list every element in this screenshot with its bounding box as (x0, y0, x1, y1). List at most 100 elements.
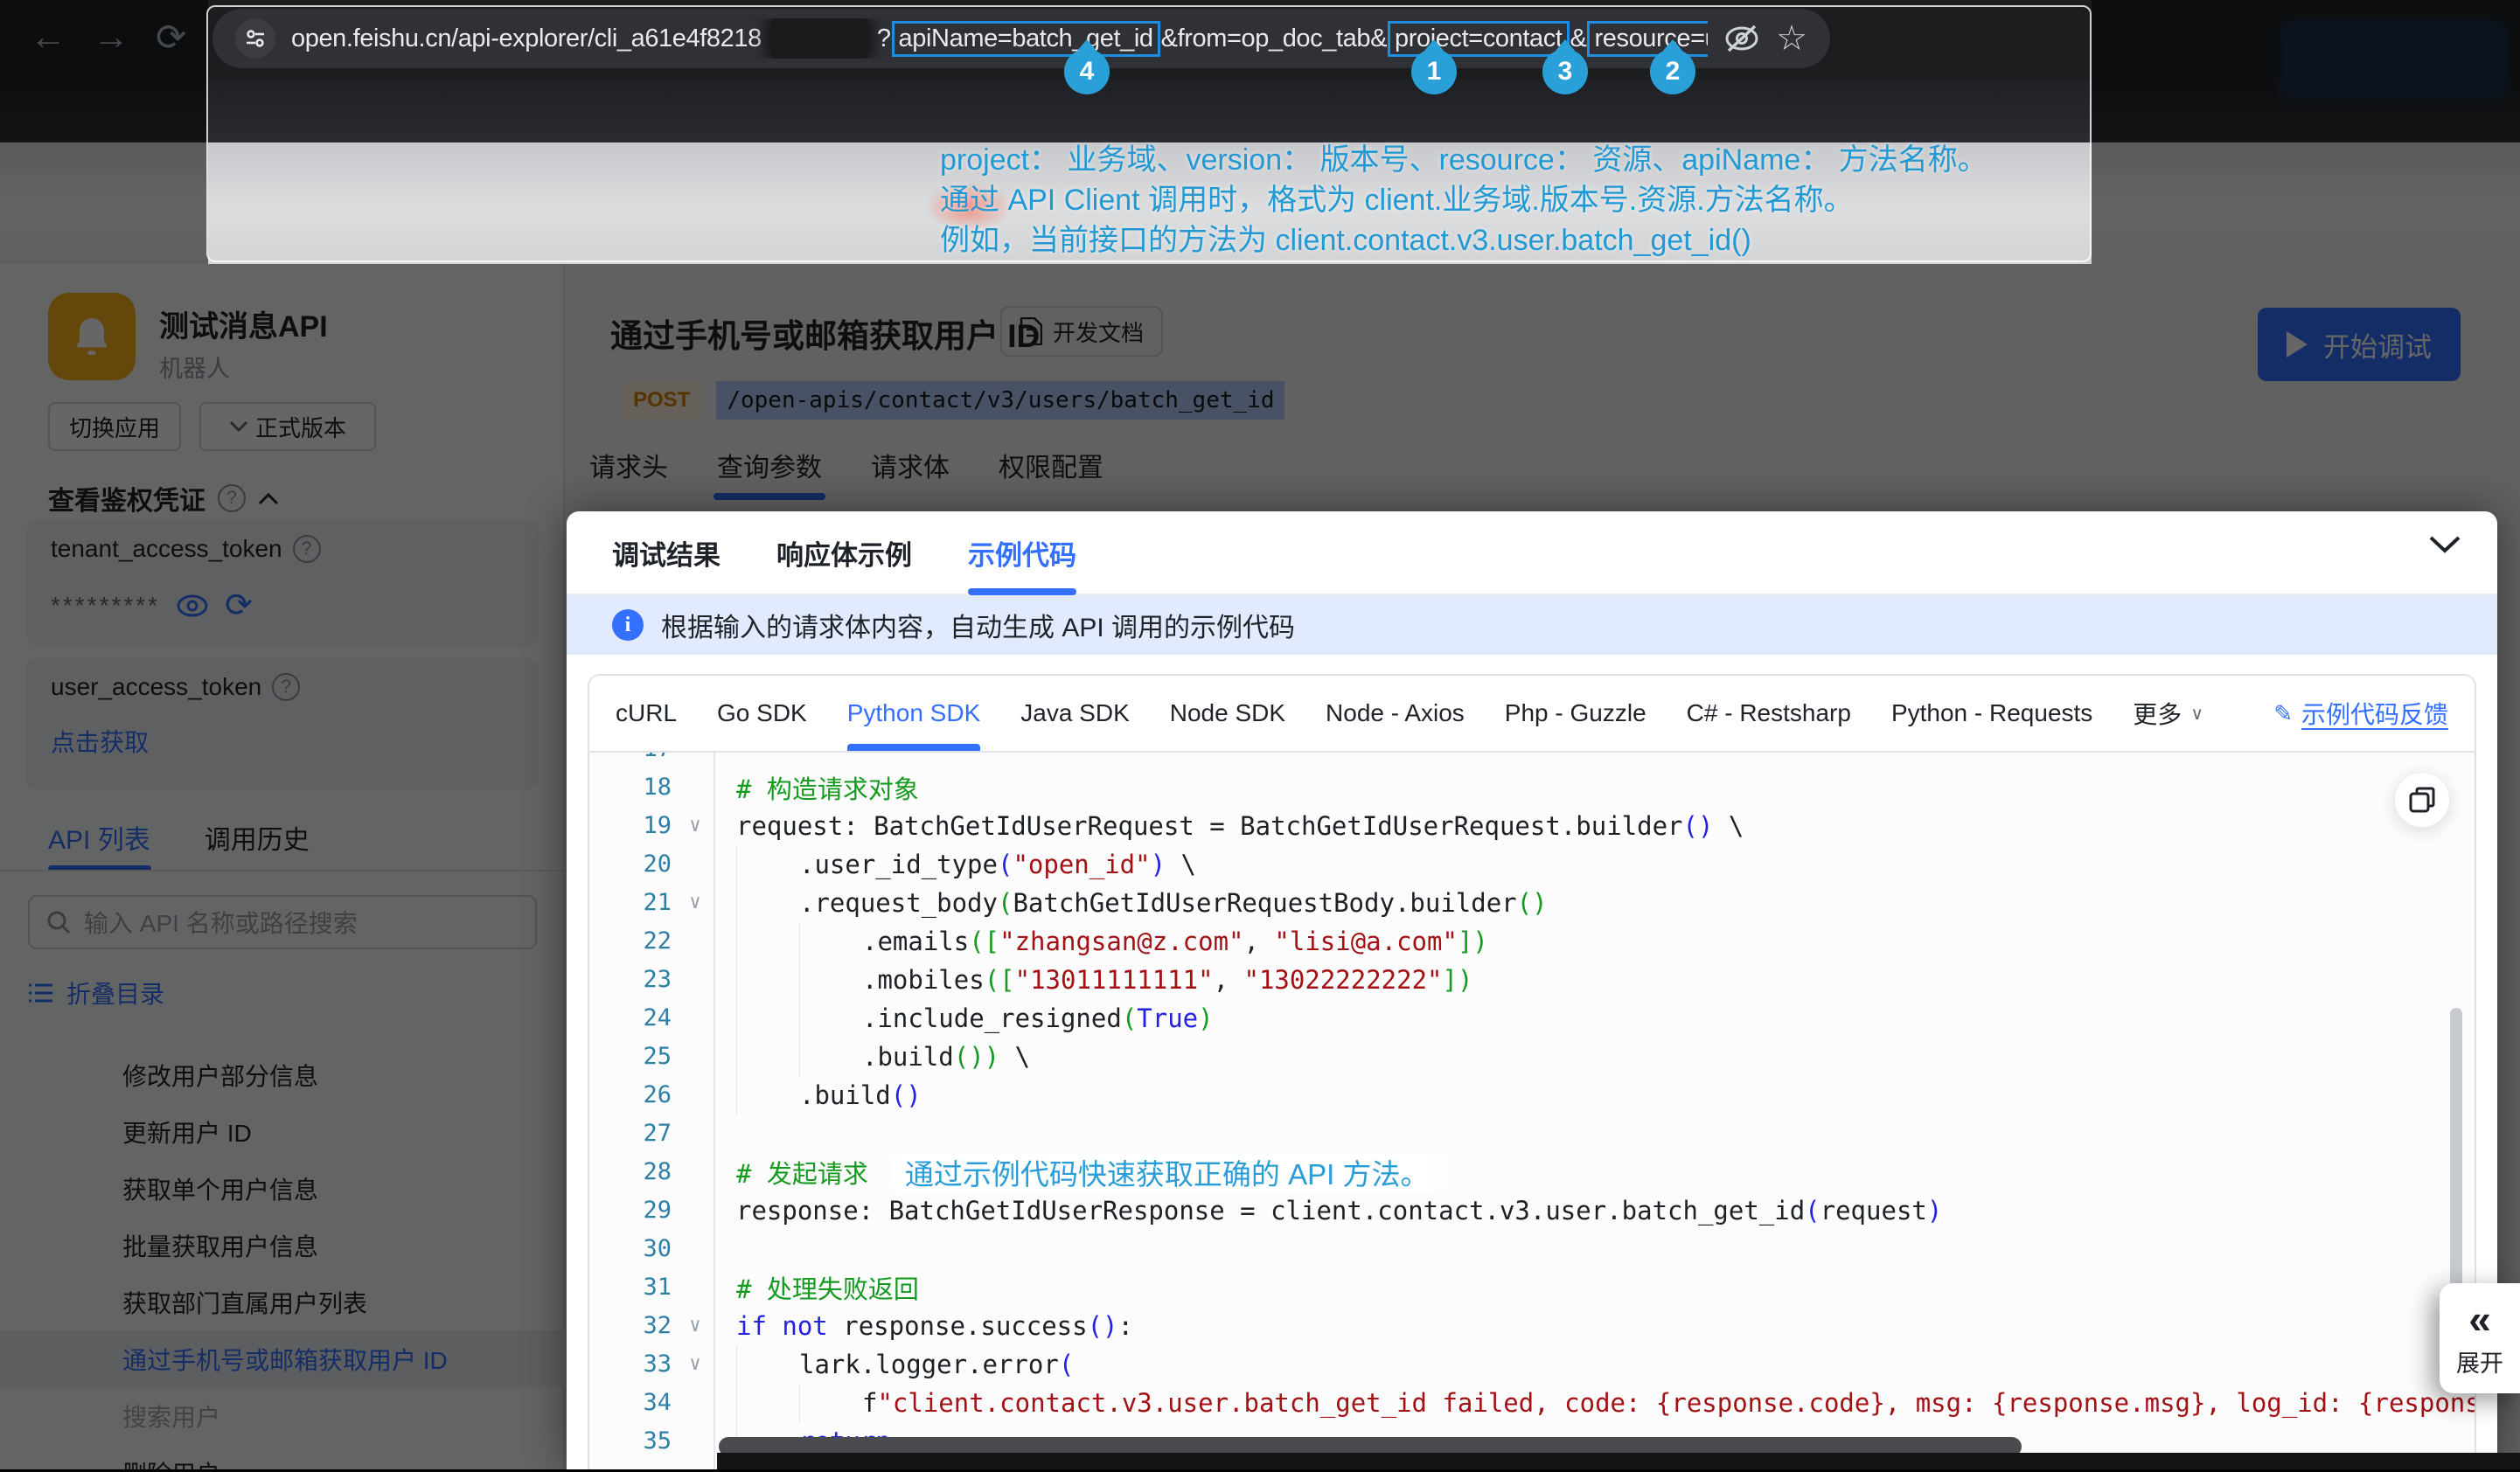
code-token: .emails (862, 927, 969, 956)
line-number: 36 (589, 1461, 677, 1469)
code-text: .include_resigned(True) (714, 999, 2475, 1038)
indent-guide (799, 999, 862, 1038)
result-tab[interactable]: 调试结果 (612, 511, 720, 594)
code-line: 21∨.request_body(BatchGetIdUserRequestBo… (589, 884, 2475, 922)
code-token: () (891, 1080, 922, 1110)
code-token: () (1088, 1311, 1118, 1341)
url-param-highlighted: project=contact (1388, 21, 1569, 57)
more-languages-dropdown[interactable]: 更多 (2133, 676, 2203, 751)
code-token: "client.contact.v3.user.batch_get_id fai… (877, 1388, 2475, 1418)
url-query-mark: ? (877, 24, 891, 53)
code-token: # 处理失败返回 (736, 1269, 919, 1306)
address-bar[interactable]: open.feishu.cn/api-explorer/cli_a61e4f82… (212, 9, 1830, 68)
fold-gutter (677, 1153, 714, 1191)
code-token: ]) (1458, 927, 1488, 956)
result-tab[interactable]: 响应体示例 (776, 511, 912, 594)
window-bottom-strip (717, 1453, 2520, 1470)
fold-gutter (677, 1191, 714, 1230)
code-text: .build() (714, 1076, 2475, 1114)
code-line: 29 response: BatchGetIdUserResponse = cli… (589, 1191, 2475, 1230)
code-area[interactable]: 1718# 构造请求对象19∨request: BatchGetIdUserRe… (589, 753, 2475, 1469)
indent-guide (736, 1038, 799, 1076)
code-token: "13022222222" (1244, 965, 1443, 995)
code-text: .mobiles(["13011111111", "13022222222"]) (714, 961, 2475, 999)
eye-off-icon[interactable] (1723, 24, 1760, 53)
fold-chevron-icon[interactable]: ∨ (677, 1345, 714, 1384)
collapse-panel-icon[interactable] (2427, 534, 2462, 555)
fold-chevron-icon[interactable]: ∨ (677, 1307, 714, 1345)
code-token: ()) (954, 1042, 999, 1072)
line-number: 27 (589, 1114, 677, 1153)
language-tab[interactable]: cURL (616, 676, 677, 751)
line-number: 31 (589, 1268, 677, 1307)
language-tab[interactable]: Python - Requests (1891, 676, 2092, 751)
fold-gutter (677, 768, 714, 807)
fold-gutter (677, 1076, 714, 1114)
url-param: &from=op_doc_tab (1161, 24, 1370, 53)
language-tab[interactable]: Go SDK (717, 676, 807, 751)
code-text: lark.logger.error( (714, 1345, 2475, 1384)
line-number: 32 (589, 1307, 677, 1345)
line-number: 29 (589, 1191, 677, 1230)
line-number: 28 (589, 1153, 677, 1191)
language-tab[interactable]: Node - Axios (1326, 676, 1465, 751)
sample-code-panel: 调试结果响应体示例示例代码 i 根据输入的请求体内容，自动生成 API 调用的示… (567, 511, 2497, 1469)
param-pin-1: 1 (1411, 49, 1457, 94)
expand-button[interactable]: « 展开 (2440, 1283, 2520, 1393)
language-tab[interactable]: Node SDK (1170, 676, 1285, 751)
code-line: 31 # 处理失败返回 (589, 1268, 2475, 1307)
fold-gutter (677, 1384, 714, 1422)
fold-gutter (677, 1268, 714, 1307)
indent-guide (799, 922, 862, 961)
indent-guide (736, 961, 799, 999)
fold-chevron-icon[interactable]: ∨ (677, 884, 714, 922)
code-token: ([ (985, 965, 1015, 995)
copy-code-button[interactable] (2394, 772, 2450, 828)
code-token: ]) (1443, 965, 1473, 995)
result-tab[interactable]: 示例代码 (968, 511, 1076, 594)
code-token: ) (1151, 850, 1166, 879)
code-token: lark.logger.error (799, 1350, 1059, 1379)
indent-guide (736, 845, 799, 884)
code-text: .request_body(BatchGetIdUserRequestBody.… (714, 884, 2475, 922)
code-token: if (736, 1311, 767, 1341)
code-token: () (1517, 888, 1548, 918)
site-settings-icon[interactable] (235, 18, 275, 59)
language-tab[interactable]: Java SDK (1020, 676, 1130, 751)
code-token: .user_id_type (799, 850, 998, 879)
code-line: 27 (589, 1114, 2475, 1153)
code-text: response: BatchGetIdUserResponse = clien… (714, 1191, 2475, 1230)
indent-guide (736, 884, 799, 922)
code-token: ( (1805, 1196, 1820, 1226)
line-number: 25 (589, 1038, 677, 1076)
fold-gutter (677, 1461, 714, 1469)
code-text: if not response.success(): (714, 1307, 2475, 1345)
fold-chevron-icon[interactable]: ∨ (677, 807, 714, 845)
fold-gutter (677, 999, 714, 1038)
code-token: # 发起请求 (736, 1154, 868, 1191)
code-token: response.success (828, 1311, 1088, 1341)
language-tab[interactable]: Php - Guzzle (1505, 676, 1646, 751)
code-token: request: BatchGetIdUserRequest = BatchGe… (736, 811, 1683, 841)
code-text: # 处理失败返回 (714, 1268, 2475, 1307)
code-token: ) (1927, 1196, 1942, 1226)
code-token: ( (998, 850, 1013, 879)
code-text (714, 1114, 2475, 1153)
code-token: ([ (969, 927, 999, 956)
bookmark-star-icon[interactable]: ☆ (1776, 21, 1807, 56)
language-tab[interactable]: Python SDK (847, 676, 981, 751)
info-text: 根据输入的请求体内容，自动生成 API 调用的示例代码 (661, 606, 1295, 644)
fold-gutter (677, 1038, 714, 1076)
param-pin-4: 4 (1064, 49, 1110, 94)
fold-gutter (677, 1114, 714, 1153)
code-token: .request_body (799, 888, 998, 918)
code-feedback-link[interactable]: ✎示例代码反馈 (2273, 696, 2448, 731)
code-token: f (862, 1388, 877, 1418)
info-icon: i (612, 609, 644, 641)
indent-guide (799, 1038, 862, 1076)
language-tab[interactable]: C# - Restsharp (1687, 676, 1851, 751)
code-text: f"client.contact.v3.user.batch_get_id fa… (714, 1384, 2475, 1422)
code-token: .build (799, 1080, 891, 1110)
url-param-highlighted: apiName=batch_get_id (892, 21, 1160, 57)
code-text (714, 753, 2475, 768)
